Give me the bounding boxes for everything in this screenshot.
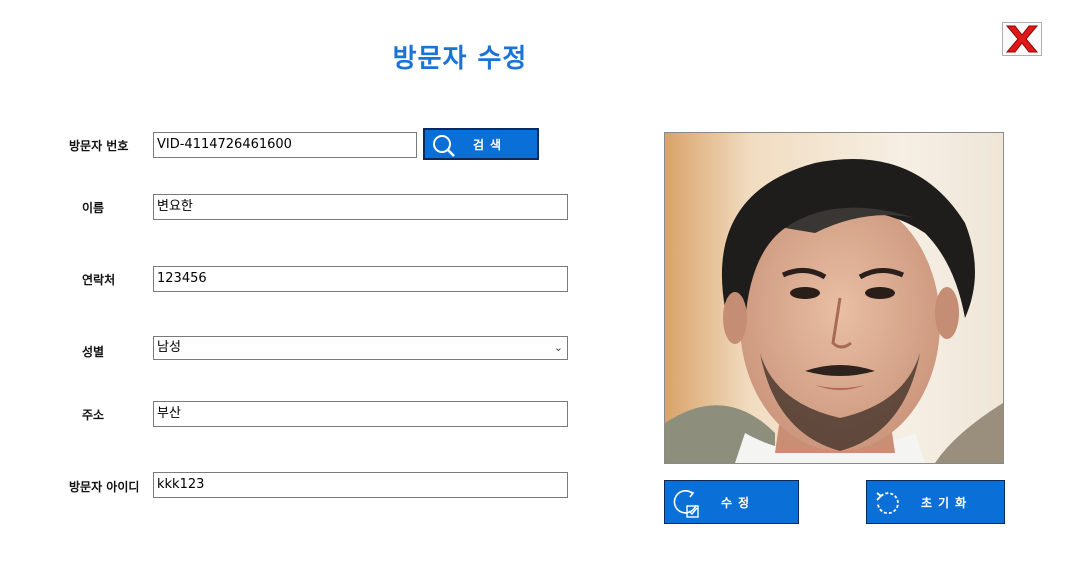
modify-button[interactable]: 수정: [664, 480, 799, 524]
reset-button-label: 초기화: [921, 496, 973, 510]
search-button[interactable]: 검색: [423, 128, 539, 160]
modify-button-label: 수정: [721, 496, 756, 510]
close-x-icon: [1005, 25, 1039, 53]
visitor-id-label: 방문자 번호: [69, 139, 129, 153]
address-label: 주소: [82, 408, 105, 422]
search-icon: [433, 135, 455, 157]
name-label: 이름: [82, 201, 105, 215]
visitor-id-input[interactable]: VID-4114726461600: [153, 132, 417, 158]
chevron-down-icon[interactable]: ⌄: [554, 337, 563, 359]
gender-label: 성별: [82, 345, 105, 359]
visitor-portrait-image: [665, 133, 1003, 463]
reset-button[interactable]: 초기화: [866, 480, 1005, 524]
close-button[interactable]: [1002, 22, 1042, 56]
visitor-photo: [664, 132, 1004, 464]
contact-label: 연락처: [82, 273, 116, 287]
search-button-label: 검색: [473, 138, 508, 152]
user-id-input[interactable]: kkk123: [153, 472, 568, 498]
gender-select-value: 남성: [157, 340, 181, 355]
reset-icon: [876, 492, 899, 515]
refresh-check-icon: [673, 490, 699, 518]
gender-select[interactable]: 남성 ⌄: [153, 336, 568, 360]
user-id-label: 방문자 아이디: [69, 480, 140, 494]
address-input[interactable]: 부산: [153, 401, 568, 427]
page-title: 방문자 수정: [392, 44, 528, 74]
name-input[interactable]: 변요한: [153, 194, 568, 220]
contact-input[interactable]: 123456: [153, 266, 568, 292]
